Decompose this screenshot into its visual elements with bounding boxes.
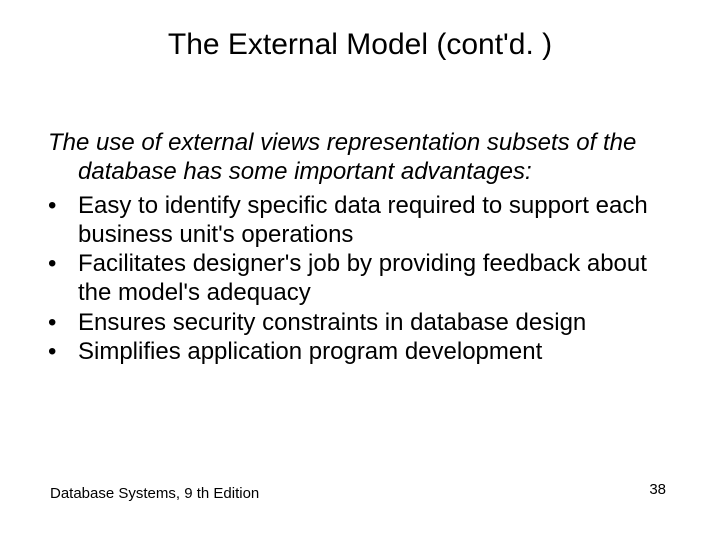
bullet-icon: •: [48, 191, 78, 220]
list-item: • Simplifies application program develop…: [48, 337, 672, 366]
bullet-list: • Easy to identify specific data require…: [48, 191, 672, 367]
list-item: • Ensures security constraints in databa…: [48, 308, 672, 337]
list-item: • Easy to identify specific data require…: [48, 191, 672, 250]
slide-body: The use of external views representation…: [48, 128, 672, 366]
bullet-icon: •: [48, 308, 78, 337]
bullet-text: Facilitates designer's job by providing …: [78, 250, 647, 306]
intro-text: The use of external views representation…: [48, 128, 672, 187]
footer-source: Database Systems, 9 th Edition: [50, 485, 259, 502]
page-number: 38: [649, 481, 666, 498]
bullet-text: Easy to identify specific data required …: [78, 192, 648, 248]
bullet-icon: •: [48, 337, 78, 366]
bullet-text: Ensures security constraints in database…: [78, 309, 586, 336]
list-item: • Facilitates designer's job by providin…: [48, 249, 672, 308]
slide: The External Model (cont'd. ) The use of…: [0, 0, 720, 540]
slide-title: The External Model (cont'd. ): [0, 28, 720, 62]
bullet-text: Simplifies application program developme…: [78, 338, 542, 365]
bullet-icon: •: [48, 249, 78, 278]
